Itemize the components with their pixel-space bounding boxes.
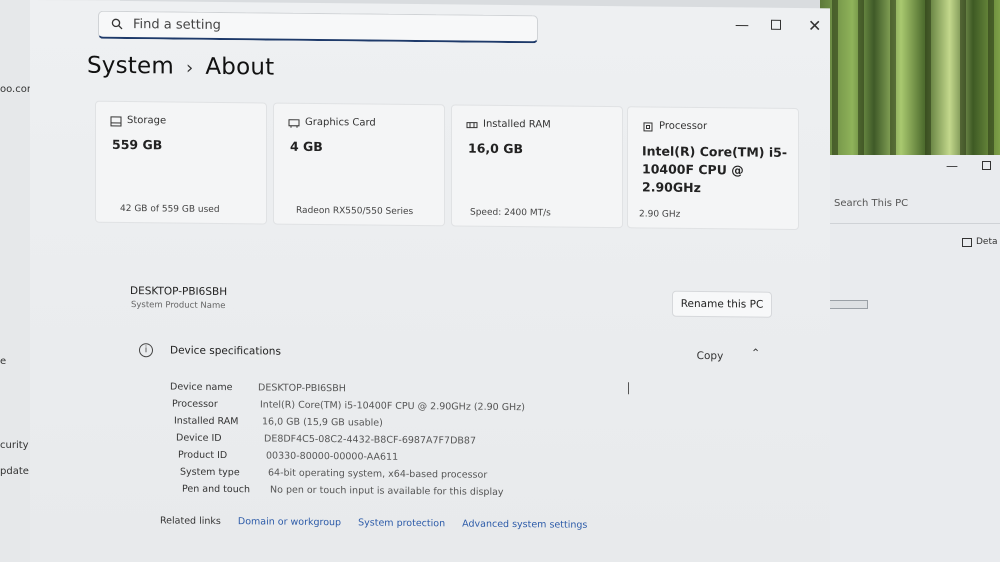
minimize-icon[interactable]: — [946, 159, 958, 173]
processor-card[interactable]: Processor Intel(R) Core(TM) i5-10400F CP… [627, 106, 799, 231]
card-label: Processor [659, 120, 708, 133]
copy-button[interactable]: Copy [685, 345, 735, 368]
spec-key: System type [180, 466, 240, 479]
chevron-up-icon[interactable]: ⌃ [751, 347, 760, 360]
left-window-fragment: pdate [0, 466, 29, 477]
storage-card[interactable]: Storage 559 GB 42 GB of 559 GB used [95, 100, 267, 225]
maximize-icon[interactable] [982, 161, 991, 170]
card-value: 16,0 GB [468, 140, 523, 157]
card-value: 4 GB [290, 138, 323, 155]
ram-icon [466, 122, 478, 129]
graphics-card-card[interactable]: Graphics Card 4 GB Radeon RX550/550 Seri… [273, 102, 445, 227]
spec-key: Device name [170, 381, 233, 394]
system-protection-link[interactable]: System protection [358, 517, 445, 529]
spec-value: 16,0 GB (15,9 GB usable) [262, 416, 383, 429]
spec-value: No pen or touch input is available for t… [270, 484, 504, 498]
graphics-card-icon [288, 119, 300, 128]
spec-value: DE8DF4C5-08C2-4432-B8CF-6987A7F7DB87 [264, 433, 476, 447]
explorer-search-input[interactable]: Search This PC [834, 198, 908, 209]
spec-key: Pen and touch [182, 483, 250, 496]
left-window-fragment: e [0, 356, 7, 367]
search-input[interactable]: Find a setting [133, 17, 221, 33]
installed-ram-card[interactable]: Installed RAM 16,0 GB Speed: 2400 MT/s [451, 104, 623, 229]
breadcrumb-current: About [205, 53, 275, 81]
details-button[interactable]: Deta [976, 237, 998, 247]
search-box[interactable]: Find a setting [98, 10, 538, 44]
close-icon[interactable]: ✕ [808, 16, 821, 35]
device-specifications-title: Device specifications [170, 344, 281, 358]
spec-value: Intel(R) Core(TM) i5-10400F CPU @ 2.90GH… [260, 399, 525, 414]
text-cursor-icon [628, 382, 630, 395]
card-value: 559 GB [112, 136, 163, 153]
storage-icon [110, 116, 122, 127]
card-sub: 2.90 GHz [639, 209, 681, 220]
breadcrumb-parent[interactable]: System [87, 53, 174, 80]
minimize-icon[interactable]: — [735, 17, 749, 33]
file-explorer-window: — Search This PC Deta GB [805, 155, 1000, 562]
card-sub: Radeon RX550/550 Series [296, 205, 414, 218]
search-icon [111, 18, 123, 30]
related-links: Related links Domain or workgroup System… [160, 515, 587, 530]
page-title: System › About [87, 53, 274, 81]
spec-key: Processor [172, 398, 218, 410]
info-icon: i [139, 343, 153, 358]
pc-name: DESKTOP-PBI6SBH [130, 285, 228, 299]
pc-name-row: DESKTOP-PBI6SBH System Product Name Rena… [120, 271, 780, 330]
pc-product-name: System Product Name [131, 300, 226, 312]
processor-icon [643, 122, 653, 132]
chevron-right-icon: › [185, 57, 194, 79]
spec-key: Device ID [176, 432, 222, 445]
left-window-fragment: curity [0, 440, 29, 451]
card-sub: Speed: 2400 MT/s [470, 207, 551, 219]
related-links-label: Related links [160, 515, 221, 527]
domain-or-workgroup-link[interactable]: Domain or workgroup [238, 516, 341, 528]
details-pane-icon [962, 238, 972, 247]
card-label: Storage [127, 115, 167, 127]
maximize-icon[interactable] [771, 19, 781, 30]
spec-key: Installed RAM [174, 415, 239, 428]
advanced-system-settings-link[interactable]: Advanced system settings [462, 519, 587, 531]
spec-value: 64-bit operating system, x64-based proce… [268, 467, 488, 481]
card-value: Intel(R) Core(TM) i5-10400F CPU @ 2.90GH… [642, 143, 788, 196]
spec-value: DESKTOP-PBI6SBH [258, 382, 346, 395]
settings-window: Find a setting — ✕ System › About Storage … [30, 0, 830, 562]
rename-pc-button[interactable]: Rename this PC [672, 290, 772, 318]
spec-key: Product ID [178, 449, 228, 462]
spec-value: 00330-80000-00000-AA611 [266, 450, 399, 463]
device-specifications-header[interactable]: i Device specifications Copy ⌃ [125, 331, 775, 376]
card-sub: 42 GB of 559 GB used [120, 203, 220, 215]
card-label: Graphics Card [305, 116, 376, 129]
divider [806, 223, 1000, 224]
card-label: Installed RAM [483, 118, 551, 131]
